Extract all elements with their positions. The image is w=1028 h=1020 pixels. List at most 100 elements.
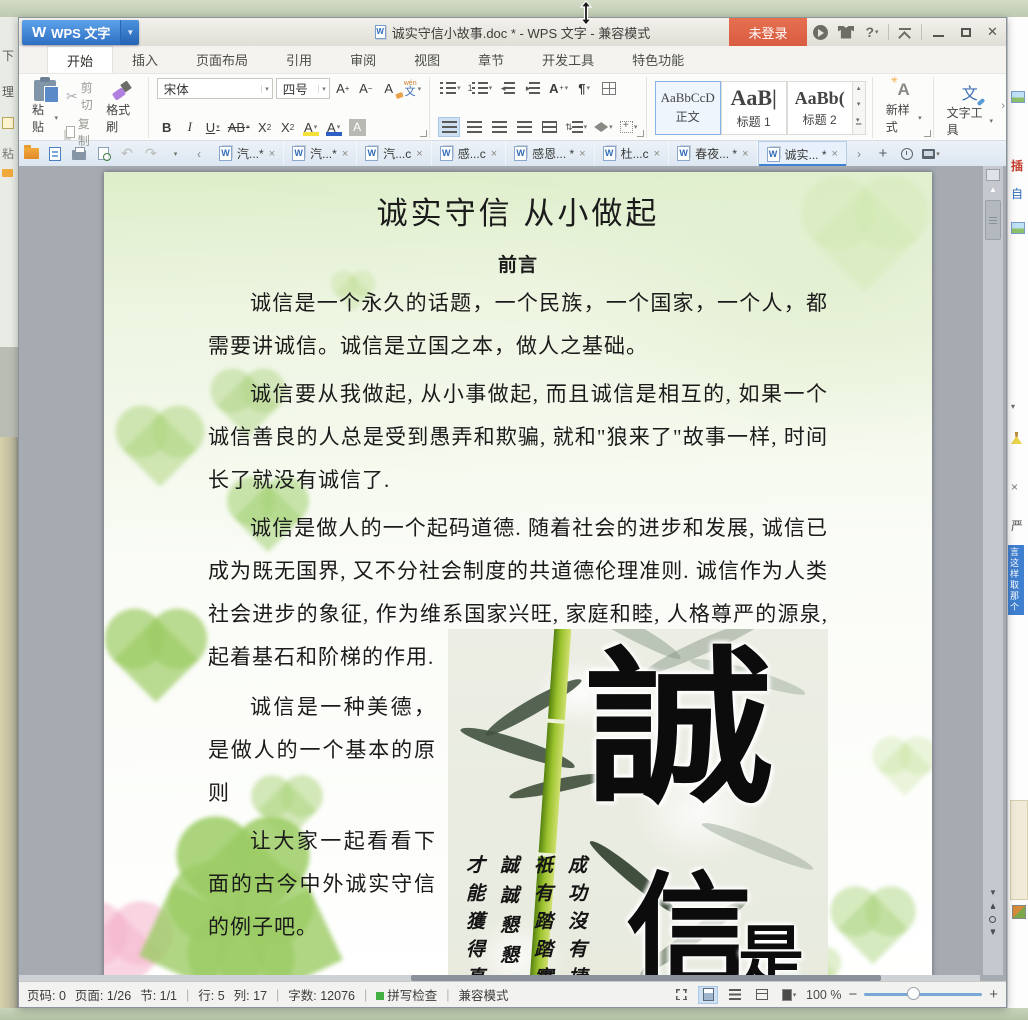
close-tab-icon[interactable]: × [342, 148, 348, 160]
bold-button[interactable]: B [157, 117, 177, 137]
login-button[interactable]: 未登录 [729, 18, 807, 46]
align-right-button[interactable] [488, 117, 510, 137]
close-tab-icon[interactable]: × [579, 148, 585, 160]
styles-scroll-down-icon[interactable]: ▾ [857, 100, 861, 108]
close-tab-icon[interactable]: × [742, 148, 748, 160]
grow-font-button[interactable]: A + [333, 79, 353, 99]
increase-indent-button[interactable]: ▸ [522, 78, 544, 98]
close-tab-icon[interactable]: × [491, 148, 497, 160]
vertical-scrollbar[interactable]: ▲ ▼ ▲ ▲ ▼ ▼ [983, 166, 1003, 975]
style-normal[interactable]: AaBbCcD 正文 [654, 80, 721, 135]
horizontal-scrollbar-thumb[interactable] [411, 975, 881, 981]
quickbar-dropdown[interactable]: ▾ [163, 141, 187, 166]
styles-more-icon[interactable]: ▾ ▔ [856, 116, 861, 132]
collapse-ribbon-icon[interactable] [892, 18, 918, 46]
new-document-tab-button[interactable]: + [871, 141, 895, 166]
minimize-button[interactable] [925, 18, 952, 46]
open-button[interactable] [19, 141, 43, 166]
styles-scroll-up-icon[interactable]: ▴ [857, 84, 861, 92]
doc-tab[interactable]: W 感恩... * × [506, 141, 595, 166]
character-shading-button[interactable]: A [347, 117, 368, 137]
status-spell-check[interactable]: 拼写检查 [376, 985, 437, 1004]
tab-developer[interactable]: 开发工具 [523, 46, 613, 73]
zoom-slider-thumb[interactable] [906, 987, 920, 1000]
pinyin-guide-button[interactable]: wén 文 [402, 79, 423, 99]
tab-page-layout[interactable]: 页面布局 [177, 46, 267, 73]
clear-format-button[interactable]: A [379, 79, 399, 99]
reading-view-button[interactable]: ▾ [779, 986, 799, 1004]
reading-layout-icon[interactable] [986, 169, 1000, 181]
doc-tab[interactable]: W 杜...c × [595, 141, 670, 166]
previous-page-icon[interactable]: ▲ ▲ [989, 902, 997, 911]
web-layout-view-button[interactable] [752, 986, 772, 1004]
text-effects-button[interactable]: A + [547, 78, 570, 98]
outline-view-button[interactable] [725, 986, 745, 1004]
style-heading1[interactable]: AaB| 标题 1 [720, 80, 787, 135]
distribute-button[interactable] [538, 117, 560, 137]
next-page-icon[interactable]: ▼ ▼ [989, 928, 997, 937]
app-menu-dropdown-arrow[interactable]: ▼ [120, 19, 140, 45]
align-center-button[interactable] [463, 117, 485, 137]
line-spacing-button[interactable]: ⇅ [563, 117, 589, 137]
maximize-button[interactable] [952, 18, 979, 46]
underline-button[interactable]: U [203, 117, 223, 137]
justify-button[interactable] [513, 117, 535, 137]
update-icon[interactable] [807, 18, 833, 46]
numbering-button[interactable]: 1 [466, 78, 495, 98]
redo-button[interactable]: ↷ [139, 141, 163, 166]
subscript-button[interactable]: X2 [278, 117, 298, 137]
bullets-button[interactable] [438, 78, 463, 98]
close-tab-icon[interactable]: × [654, 148, 660, 160]
tab-view[interactable]: 视图 [395, 46, 459, 73]
background-window-left-strip[interactable]: 下 理 粘 [0, 17, 18, 1008]
undo-button[interactable]: ↶ [115, 141, 139, 166]
tab-home[interactable]: 开始 [47, 46, 114, 73]
inline-image-integrity-poster[interactable]: 誠 信 是 才能獲得真正 誠誠懇懇 祇有踏踏實實 成功沒有捷徑 [448, 629, 828, 981]
font-name-combo[interactable]: 宋体 ▾ [156, 78, 273, 99]
copy-button[interactable]: 复制 [63, 114, 101, 150]
shrink-font-button[interactable]: A − [356, 79, 376, 99]
scroll-down-icon[interactable]: ▼ [989, 888, 997, 897]
zoom-in-button[interactable]: + [989, 986, 998, 1003]
tab-insert[interactable]: 插入 [113, 46, 177, 73]
insert-table-button[interactable] [598, 78, 620, 98]
close-button[interactable]: ✕ [979, 18, 1006, 46]
superscript-button[interactable]: X2 [255, 117, 275, 137]
doc-tab[interactable]: W 汽...* × [211, 141, 285, 166]
italic-button[interactable]: I [180, 117, 200, 137]
close-tab-icon[interactable]: × [832, 148, 838, 160]
close-tab-icon[interactable]: × [416, 148, 422, 160]
document-page[interactable]: 诚实守信 从小做起 前言 诚信是一个永久的话题，一个民族，一个国家，一个人，都需… [104, 172, 932, 981]
text-tools-button[interactable]: 文 文字工具 ▾ [942, 78, 998, 137]
align-left-button[interactable] [438, 117, 461, 137]
tabs-scroll-right[interactable]: › [847, 141, 871, 166]
switch-window-button[interactable]: ▾ [919, 141, 943, 166]
styles-dialog-launcher[interactable] [923, 130, 931, 137]
doc-tab[interactable]: W 汽...* × [284, 141, 358, 166]
tab-references[interactable]: 引用 [267, 46, 331, 73]
fullscreen-view-button[interactable] [671, 986, 691, 1004]
tab-special-features[interactable]: 特色功能 [613, 46, 703, 73]
doc-tab[interactable]: W 汽...c × [357, 141, 432, 166]
paragraph-mark-button[interactable]: ¶ [573, 78, 595, 98]
shading-button[interactable] [592, 117, 615, 137]
recent-documents-button[interactable] [895, 141, 919, 166]
help-icon[interactable]: ? ▾ [859, 18, 885, 46]
doc-tab[interactable]: W 感...c × [432, 141, 507, 166]
background-window-right-strip[interactable]: 插 自 ▾ × 严 言 这样 取 那个 [1007, 17, 1028, 1008]
print-layout-view-button[interactable] [698, 985, 719, 1004]
style-heading2[interactable]: AaBb( 标题 2 [786, 80, 853, 135]
close-tab-icon[interactable]: × [269, 148, 275, 160]
horizontal-scrollbar[interactable] [19, 975, 980, 981]
highlight-color-button[interactable]: A [301, 117, 321, 137]
font-color-button[interactable]: A [324, 117, 344, 137]
decrease-indent-button[interactable]: ◂ [497, 78, 519, 98]
task-pane-collapse-icon[interactable]: › [1001, 100, 1005, 112]
font-size-combo[interactable]: 四号 ▾ [275, 78, 330, 99]
wps-app-button[interactable]: W WPS 文字 ▼ [22, 19, 140, 45]
status-word-count[interactable]: 字数: 12076 [288, 985, 355, 1004]
strikethrough-button[interactable]: AB [226, 117, 252, 137]
tab-review[interactable]: 审阅 [331, 46, 395, 73]
new-style-button[interactable]: A 新样式▾ [881, 75, 927, 137]
font-dialog-launcher[interactable] [420, 130, 428, 137]
